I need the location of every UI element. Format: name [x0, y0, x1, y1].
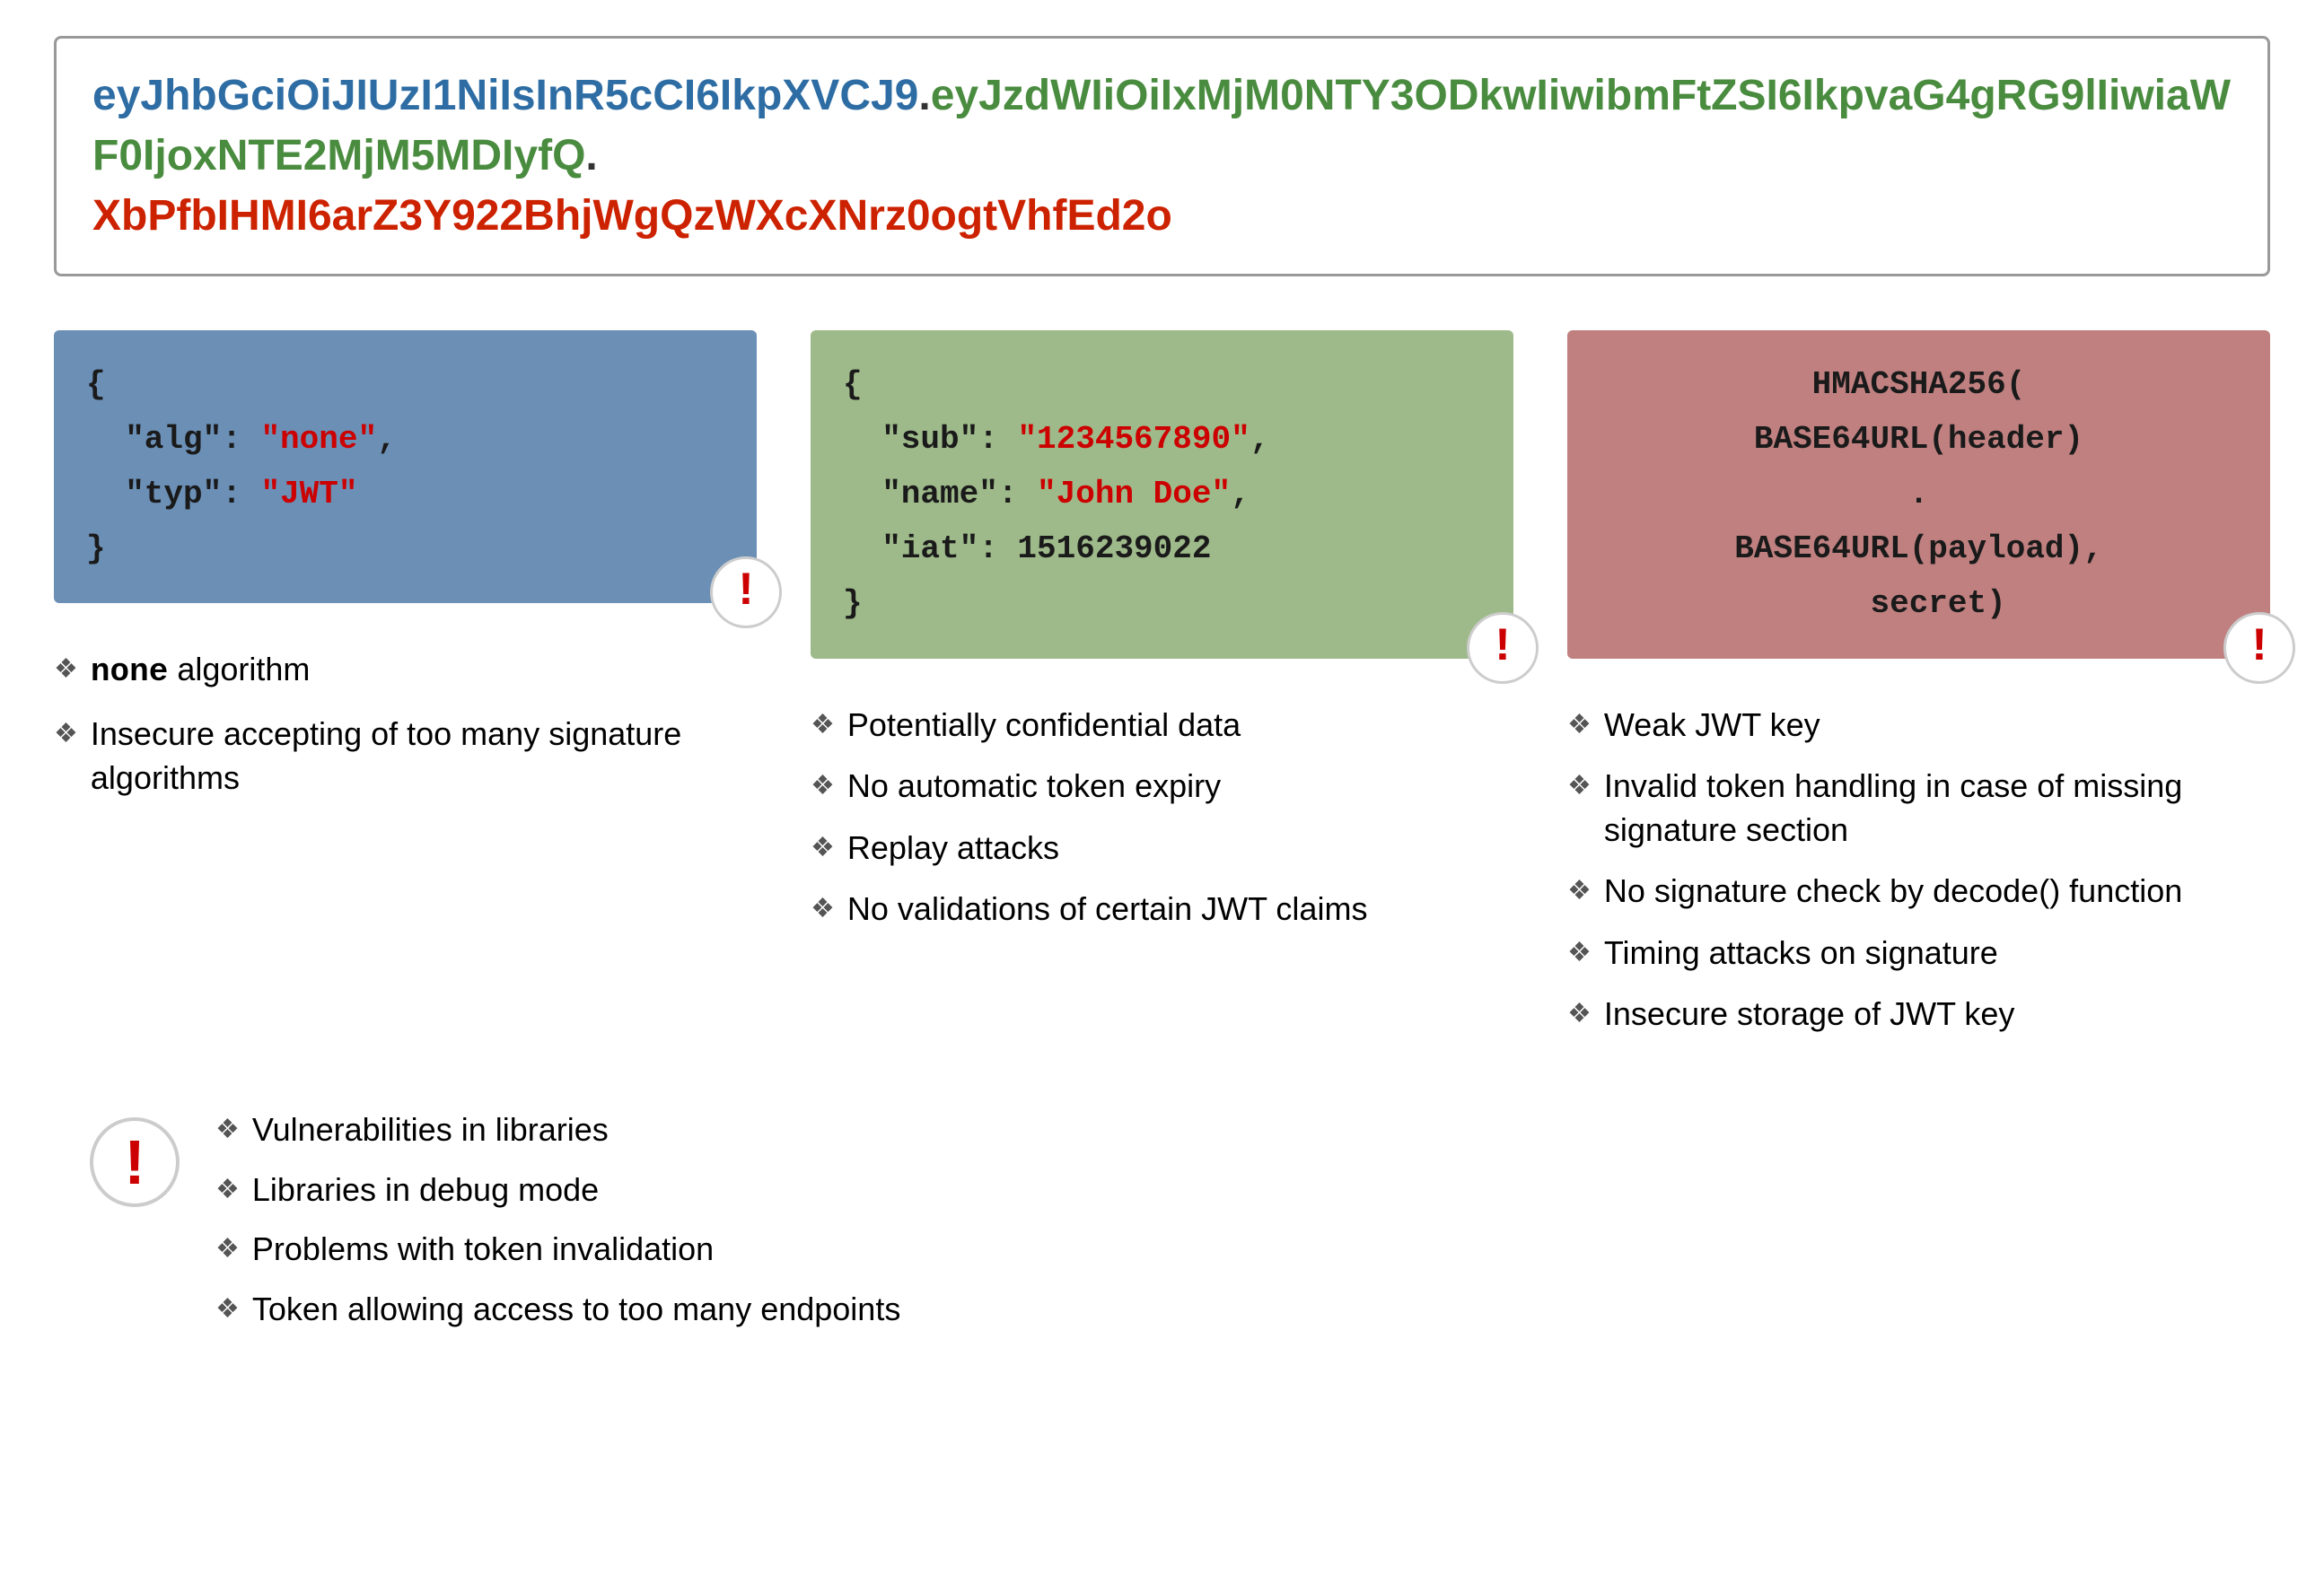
bullet-replay-attacks: ❖ Replay attacks — [811, 827, 1513, 871]
columns-container: { "alg": "none", "typ": "JWT"} ! ❖ none … — [54, 330, 2270, 1055]
diamond-icon: ❖ — [215, 1291, 240, 1328]
bullet-debug-mode: ❖ Libraries in debug mode — [215, 1168, 900, 1212]
bullet-timing-attacks: ❖ Timing attacks on signature — [1567, 932, 2270, 976]
diamond-icon: ❖ — [811, 891, 835, 928]
bottom-section: ! ❖ Vulnerabilities in libraries ❖ Libra… — [54, 1108, 2270, 1347]
payload-code-box: { "sub": "1234567890", "name": "John Doe… — [811, 330, 1513, 659]
bullet-weak-key: ❖ Weak JWT key — [1567, 704, 2270, 748]
bullet-no-validations: ❖ No validations of certain JWT claims — [811, 888, 1513, 932]
bullet-insecure-algorithms: ❖ Insecure accepting of too many signatu… — [54, 713, 757, 800]
payload-exclamation: ! — [1467, 612, 1539, 684]
diamond-icon: ❖ — [215, 1112, 240, 1149]
bottom-exclamation-badge: ! — [90, 1117, 180, 1207]
diamond-icon: ❖ — [811, 707, 835, 744]
bullet-none-algorithm: ❖ none algorithm — [54, 648, 757, 695]
jwt-header: eyJhbGciOiJIUzI1NiIsInR5cCI6IkpXVCJ9 — [92, 72, 918, 119]
header-code-box: { "alg": "none", "typ": "JWT"} ! — [54, 330, 757, 604]
payload-bullets: ❖ Potentially confidential data ❖ No aut… — [811, 704, 1513, 932]
diamond-icon: ❖ — [1567, 996, 1592, 1033]
diamond-icon: ❖ — [54, 652, 78, 688]
diamond-icon: ❖ — [811, 768, 835, 805]
bullet-no-expiry: ❖ No automatic token expiry — [811, 765, 1513, 809]
bullet-confidential-data: ❖ Potentially confidential data — [811, 704, 1513, 748]
column-header: { "alg": "none", "typ": "JWT"} ! ❖ none … — [54, 330, 757, 818]
column-payload: { "sub": "1234567890", "name": "John Doe… — [811, 330, 1513, 950]
jwt-token-text: eyJhbGciOiJIUzI1NiIsInR5cCI6IkpXVCJ9.eyJ… — [92, 66, 2232, 247]
bullet-invalid-handling: ❖ Invalid token handling in case of miss… — [1567, 765, 2270, 852]
column-signature: HMACSHA256(BASE64URL(header).BASE64URL(p… — [1567, 330, 2270, 1055]
bullet-token-invalidation: ❖ Problems with token invalidation — [215, 1228, 900, 1272]
signature-bullets: ❖ Weak JWT key ❖ Invalid token handling … — [1567, 704, 2270, 1037]
bullet-vulnerabilities-libraries: ❖ Vulnerabilities in libraries — [215, 1108, 900, 1152]
header-bullets: ❖ none algorithm ❖ Insecure accepting of… — [54, 648, 757, 800]
diamond-icon: ❖ — [1567, 707, 1592, 744]
header-exclamation: ! — [710, 556, 782, 628]
signature-code-box: HMACSHA256(BASE64URL(header).BASE64URL(p… — [1567, 330, 2270, 659]
bottom-bullets: ❖ Vulnerabilities in libraries ❖ Librari… — [215, 1108, 900, 1347]
diamond-icon: ❖ — [54, 716, 78, 753]
jwt-token-box: eyJhbGciOiJIUzI1NiIsInR5cCI6IkpXVCJ9.eyJ… — [54, 36, 2270, 276]
bullet-insecure-storage: ❖ Insecure storage of JWT key — [1567, 993, 2270, 1037]
diamond-icon: ❖ — [1567, 873, 1592, 910]
bullet-too-many-endpoints: ❖ Token allowing access to too many endp… — [215, 1288, 900, 1332]
bullet-no-signature-check: ❖ No signature check by decode() functio… — [1567, 870, 2270, 914]
signature-exclamation: ! — [2223, 612, 2295, 684]
diamond-icon: ❖ — [215, 1231, 240, 1268]
diamond-icon: ❖ — [215, 1172, 240, 1209]
jwt-signature: XbPfbIHMI6arZ3Y922BhjWgQzWXcXNrz0ogtVhfE… — [92, 192, 1172, 240]
diamond-icon: ❖ — [1567, 768, 1592, 805]
diamond-icon: ❖ — [1567, 935, 1592, 972]
diamond-icon: ❖ — [811, 830, 835, 867]
